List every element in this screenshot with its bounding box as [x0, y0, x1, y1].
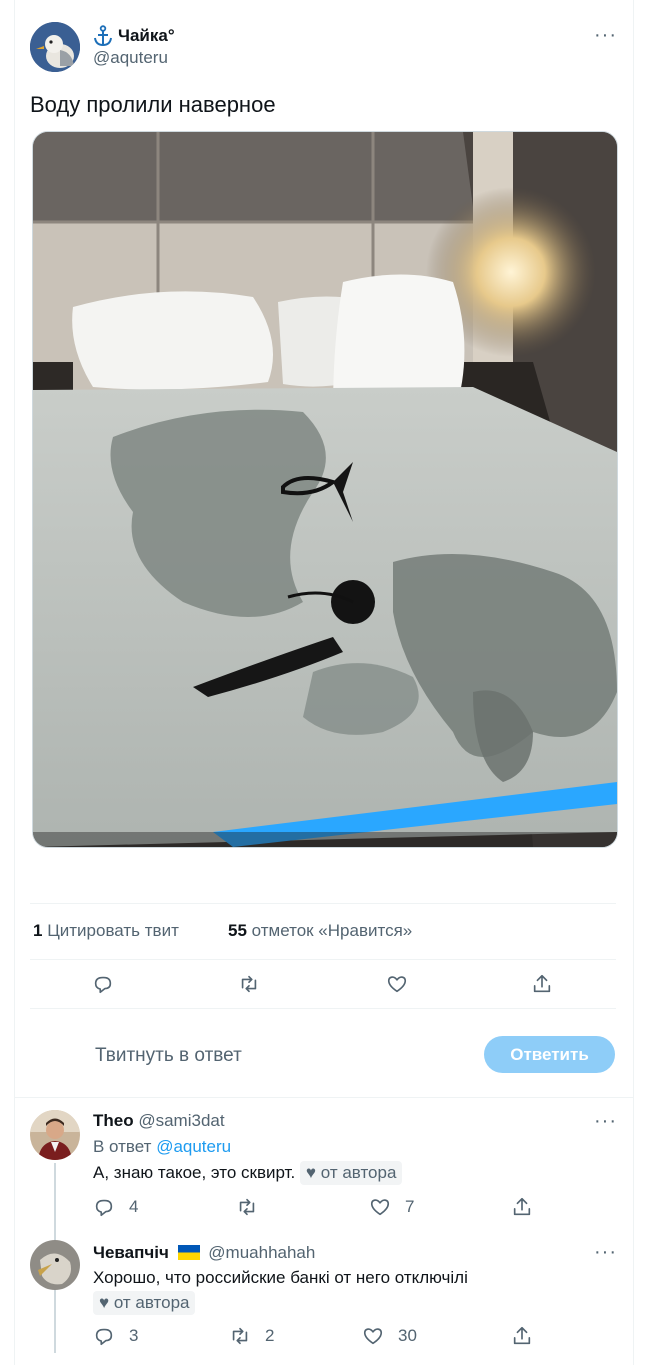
like-icon [387, 976, 407, 993]
tweet-text: Воду пролили наверное [30, 92, 276, 117]
more-icon[interactable]: ··· [594, 1242, 617, 1262]
reply-header: Чевапчіч @muahhahah [93, 1243, 315, 1263]
like-icon [363, 1328, 383, 1345]
reply-icon [95, 1199, 113, 1217]
author-avatar[interactable] [30, 22, 80, 72]
like-button[interactable]: 30 [362, 1325, 417, 1347]
like-button[interactable] [386, 973, 408, 995]
share-icon [513, 1326, 531, 1345]
reply-text: А, знаю такое, это сквирт. [93, 1163, 296, 1182]
divider [30, 1008, 616, 1009]
divider [30, 903, 616, 904]
divider [14, 1097, 634, 1098]
replying-to-prefix: В ответ [93, 1137, 152, 1156]
reply-submit-button[interactable]: Ответить [484, 1036, 615, 1073]
reply-author-name[interactable]: Чевапчіч [93, 1243, 169, 1262]
retweet-button[interactable]: 2 [229, 1325, 274, 1347]
reply-button[interactable] [92, 973, 114, 995]
quote-count: 1 [33, 921, 43, 940]
like-count: 7 [405, 1197, 415, 1216]
avatar-seagull-image [30, 22, 80, 72]
retweet-icon [232, 1327, 248, 1345]
share-button[interactable] [531, 973, 553, 995]
retweet-count: 2 [265, 1326, 275, 1345]
anchor-icon [93, 25, 113, 47]
like-label: отметок «Нравится» [251, 921, 413, 940]
tweet-photo[interactable] [32, 131, 618, 848]
more-icon[interactable]: ··· [594, 25, 617, 45]
like-button[interactable]: 7 [369, 1196, 414, 1218]
reply-avatar[interactable] [30, 1240, 80, 1290]
quote-label: Цитировать твит [47, 921, 179, 940]
reply-avatar[interactable] [30, 1110, 80, 1160]
like-count: 55 [228, 921, 247, 940]
replying-to-handle[interactable]: @aquteru [156, 1137, 231, 1156]
reply-count: 3 [129, 1326, 139, 1345]
reply-button[interactable]: 4 [93, 1196, 138, 1218]
ukraine-flag-icon [177, 1245, 200, 1260]
reply-count: 4 [129, 1197, 139, 1216]
reply-header: Theo @sami3dat [93, 1111, 225, 1131]
likes-stat[interactable]: 55 отметок «Нравится» [228, 921, 412, 941]
bed-photo-image [33, 132, 617, 847]
avatar-bird-image [30, 1240, 80, 1290]
reply-text: Хорошо, что российские банкі от него отк… [93, 1268, 468, 1287]
reply-text-line: А, знаю такое, это сквирт. ♥ от автора [93, 1161, 403, 1185]
like-icon [370, 1199, 390, 1216]
retweet-button[interactable] [236, 1196, 272, 1218]
share-icon [533, 974, 551, 993]
reply-author-handle[interactable]: @sami3dat [138, 1111, 224, 1130]
author-handle[interactable]: @aquteru [93, 48, 168, 68]
reply-author-name[interactable]: Theo [93, 1111, 134, 1130]
share-icon [513, 1197, 531, 1216]
share-button[interactable] [511, 1196, 533, 1218]
author-name[interactable]: Чайка° [118, 26, 175, 46]
reply-icon [94, 976, 112, 994]
quote-tweets-stat[interactable]: 1 Цитировать твит [33, 921, 179, 941]
reply-icon [95, 1328, 113, 1346]
retweet-button[interactable] [238, 973, 260, 995]
liked-by-author-badge: ♥ от автора [93, 1291, 196, 1315]
more-icon[interactable]: ··· [594, 1111, 617, 1131]
replying-to: В ответ @aquteru [93, 1137, 231, 1157]
reply-button[interactable]: 3 [93, 1325, 138, 1347]
divider [30, 959, 616, 960]
reply-composer-input[interactable]: Твитнуть в ответ [95, 1045, 242, 1067]
avatar-person-image [30, 1110, 80, 1160]
retweet-icon [239, 1198, 255, 1216]
liked-by-author-badge: ♥ от автора [299, 1161, 403, 1185]
share-button[interactable] [511, 1325, 533, 1347]
reply-text-line: ♥ от автора [93, 1291, 196, 1315]
reply-author-handle[interactable]: @muahhahah [208, 1243, 315, 1262]
like-count: 30 [398, 1326, 417, 1345]
retweet-icon [241, 975, 257, 993]
